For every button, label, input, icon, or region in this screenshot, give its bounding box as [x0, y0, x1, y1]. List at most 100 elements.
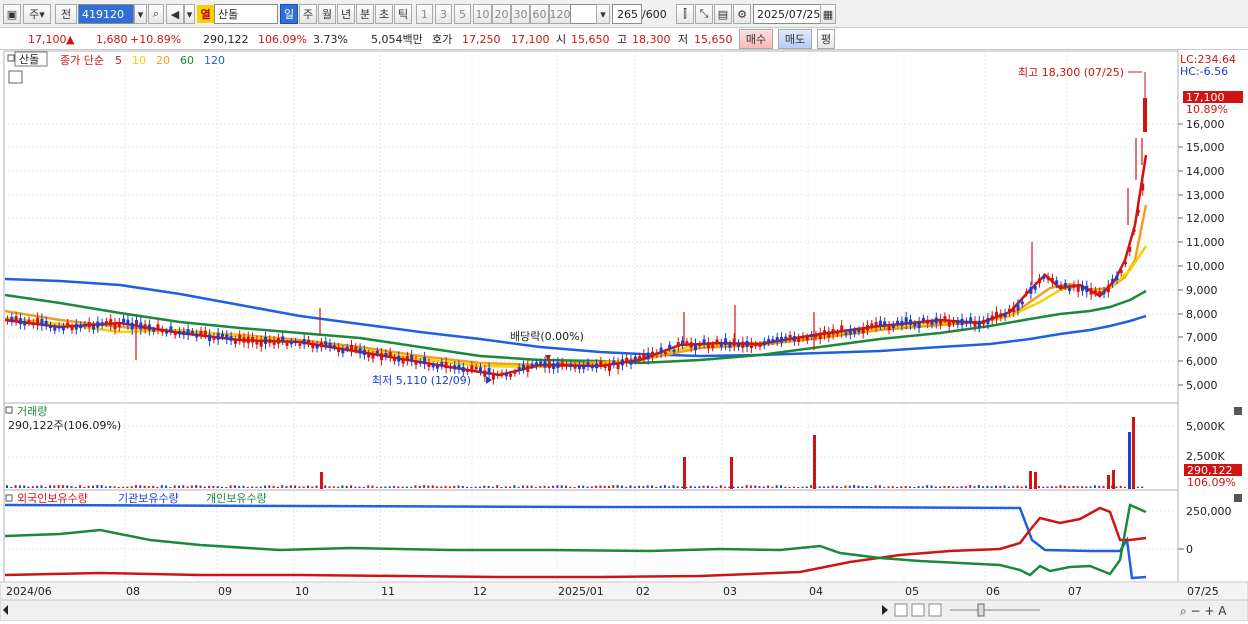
code-input[interactable]: 419120: [78, 4, 134, 24]
volume-close-icon[interactable]: [1234, 407, 1242, 415]
volume-bar: [362, 486, 365, 488]
gear-icon[interactable]: ⚙: [733, 4, 751, 24]
volume-value: 290,122: [203, 32, 249, 46]
candle-body: [741, 341, 745, 348]
volume-bar: [264, 485, 266, 488]
candle-body: [629, 359, 633, 365]
interval-button-6[interactable]: 60: [530, 4, 549, 24]
stock-name-field[interactable]: 산돌: [214, 4, 278, 24]
interval-button-4[interactable]: 20: [492, 4, 511, 24]
calendar-icon[interactable]: ▦: [820, 4, 836, 24]
code-dropdown-icon[interactable]: ▾: [134, 4, 147, 24]
candle-body: [1081, 285, 1084, 291]
main-toolbar: ▣ 주 ▾ 전 419120 ▾ ⌕ ◀ ▾ 열 산돌 일주월년분초틱 1 3 5 10…: [0, 0, 1248, 28]
candle-body: [474, 366, 478, 370]
holder-title-individual: 개인보유수량: [206, 492, 267, 505]
legend-toggle-icon[interactable]: [7, 54, 15, 62]
count-input[interactable]: 265: [612, 4, 642, 24]
volume-bar: [891, 486, 894, 488]
volume-bar: [221, 486, 223, 488]
volume-toggle-icon[interactable]: [5, 406, 13, 414]
volume-bar: [990, 486, 993, 488]
volume-bar: [1042, 486, 1045, 488]
holder-toggle-icon[interactable]: [5, 494, 13, 502]
date-input[interactable]: 2025/07/25: [753, 4, 823, 24]
speaker-icon[interactable]: ◀: [166, 4, 184, 24]
interval-button-2[interactable]: 5: [454, 4, 471, 24]
volume-bar: [900, 486, 903, 488]
candle-type-icon[interactable]: ⫿: [676, 4, 694, 24]
volume-bar: [315, 485, 318, 488]
period-button-1[interactable]: 주: [299, 4, 317, 24]
period-button-0[interactable]: 일: [280, 4, 298, 24]
candle-body: [1136, 210, 1140, 213]
zoom-handle[interactable]: [977, 603, 985, 617]
candle-body: [1007, 308, 1011, 313]
play-icon[interactable]: [928, 603, 942, 617]
volume-bar: [586, 486, 589, 488]
interval-button-1[interactable]: 3: [435, 4, 452, 24]
stop-icon[interactable]: [911, 603, 925, 617]
candle-body: [87, 322, 91, 328]
chart-area[interactable]: 17,100 10.89% LC:234.64 HC:-6.56 16,000 1…: [0, 50, 1248, 622]
line-tool-icon[interactable]: ⤡: [695, 4, 713, 24]
stock-type-dropdown[interactable]: 주 ▾: [23, 4, 51, 24]
candle-body: [169, 326, 173, 332]
price-chart[interactable]: 17,100 10.89% LC:234.64 HC:-6.56 16,0001…: [0, 50, 1248, 622]
candle-body: [930, 322, 934, 325]
volume-bar: [195, 485, 198, 488]
candle-body: [749, 342, 753, 349]
volume-bar: [414, 485, 417, 488]
candle-body: [410, 355, 414, 362]
sell-button[interactable]: 매도: [778, 29, 812, 49]
price-axis-label: 16,000: [1186, 118, 1225, 131]
interval-button-3[interactable]: 10: [473, 4, 492, 24]
speaker-dropdown-icon[interactable]: ▾: [184, 4, 195, 24]
volume-bar: [1124, 486, 1126, 488]
interval-button-0[interactable]: 1: [416, 4, 433, 24]
volume-bar: [926, 485, 929, 488]
candle-body: [1119, 270, 1123, 274]
pct-tag: 10.89%: [1186, 103, 1228, 116]
volume-bar: [10, 486, 13, 488]
candle-body: [840, 325, 844, 333]
zoom-controls-icon[interactable]: ⌕ − + A: [1180, 604, 1227, 618]
candle-body: [1124, 261, 1127, 265]
candle-body: [307, 339, 310, 344]
table-view-icon[interactable]: [8, 70, 23, 84]
interval-button-7[interactable]: 120: [549, 4, 571, 24]
candle-body: [457, 364, 461, 370]
interval-button-5[interactable]: 30: [511, 4, 530, 24]
prev-button[interactable]: 전: [55, 4, 77, 24]
save-icon[interactable]: ▤: [714, 4, 732, 24]
window-icon[interactable]: ▣: [3, 4, 21, 24]
period-button-6[interactable]: 틱: [394, 4, 412, 24]
rewind-icon[interactable]: [894, 603, 908, 617]
candle-body: [831, 329, 835, 335]
period-button-4[interactable]: 분: [356, 4, 374, 24]
candle-body: [934, 317, 938, 324]
volume-bar: [1016, 485, 1019, 488]
candle-body: [225, 334, 229, 340]
candle-body: [861, 327, 865, 334]
period-button-3[interactable]: 년: [337, 4, 355, 24]
candle-body: [711, 344, 715, 348]
scroll-bar[interactable]: [0, 599, 1248, 622]
period-button-5[interactable]: 초: [375, 4, 393, 24]
period-button-2[interactable]: 월: [318, 4, 336, 24]
holder-close-icon[interactable]: [1234, 494, 1242, 502]
candle-body: [173, 332, 177, 336]
candle-body: [414, 360, 418, 365]
volume-bar: [780, 485, 782, 488]
candle-body: [689, 342, 693, 348]
buy-button[interactable]: 매수: [739, 29, 773, 49]
candle-body: [655, 352, 659, 355]
search-icon[interactable]: ⌕: [148, 4, 164, 24]
volume-bar: [1072, 486, 1075, 488]
volume-bar: [887, 486, 890, 488]
interval-dropdown-icon[interactable]: ▾: [596, 4, 610, 24]
avg-button[interactable]: 평: [817, 29, 835, 49]
volume-bar: [1115, 486, 1118, 488]
candle-body: [79, 325, 83, 329]
volume-spike: [1112, 470, 1115, 489]
